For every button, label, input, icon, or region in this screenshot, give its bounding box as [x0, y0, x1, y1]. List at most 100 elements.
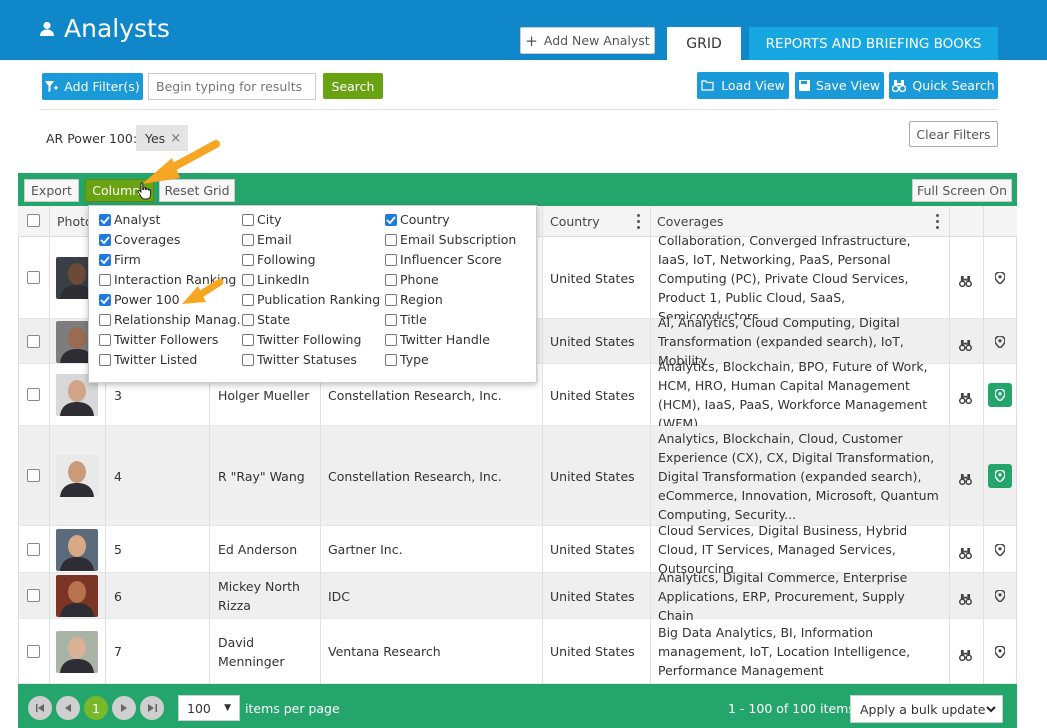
- row-checkbox[interactable]: [27, 334, 40, 348]
- binoculars-icon[interactable]: [958, 470, 973, 489]
- column-option-checkbox[interactable]: [99, 313, 111, 326]
- column-option[interactable]: Type: [385, 352, 429, 367]
- row-checkbox[interactable]: [27, 388, 40, 401]
- last-page-button[interactable]: [140, 696, 164, 720]
- column-option-checkbox[interactable]: [385, 273, 397, 286]
- row-number: 6: [114, 588, 122, 604]
- column-option[interactable]: Twitter Statuses: [242, 352, 357, 367]
- column-option[interactable]: Twitter Listed: [99, 352, 197, 367]
- map-pin-button[interactable]: [988, 266, 1012, 290]
- next-page-button[interactable]: [112, 696, 136, 720]
- column-option[interactable]: Following: [242, 252, 316, 267]
- next-icon: [121, 704, 127, 712]
- column-option-checkbox[interactable]: [242, 253, 254, 266]
- column-option[interactable]: City: [242, 212, 282, 227]
- column-option[interactable]: Email Subscription: [385, 232, 516, 247]
- search-input[interactable]: Begin typing for results: [148, 73, 316, 100]
- column-option-checkbox[interactable]: [385, 293, 397, 306]
- column-option[interactable]: Twitter Followers: [99, 332, 218, 347]
- column-option-checkbox[interactable]: [385, 313, 397, 326]
- map-pin-button[interactable]: [988, 464, 1012, 488]
- column-option[interactable]: Publication Ranking: [242, 292, 380, 307]
- column-option-checkbox[interactable]: [99, 333, 111, 346]
- column-option[interactable]: Firm: [99, 252, 141, 267]
- column-option-checkbox[interactable]: [385, 233, 397, 246]
- binoculars-icon[interactable]: [958, 336, 973, 355]
- binoculars-icon[interactable]: [958, 389, 973, 408]
- column-option[interactable]: Title: [385, 312, 427, 327]
- map-pin-button[interactable]: [988, 640, 1012, 664]
- add-filter-button[interactable]: Add Filter(s): [42, 73, 143, 100]
- page-current[interactable]: 1: [84, 696, 108, 720]
- analyst-name[interactable]: Mickey North Rizza: [218, 573, 316, 619]
- column-option[interactable]: Analyst: [99, 212, 160, 227]
- column-option-checkbox[interactable]: [99, 233, 111, 246]
- column-option[interactable]: Region: [385, 292, 443, 307]
- column-option-checkbox[interactable]: [385, 253, 397, 266]
- row-checkbox[interactable]: [27, 542, 40, 556]
- coverages-column-menu-icon[interactable]: [935, 214, 939, 229]
- column-option[interactable]: Relationship Manag...: [99, 312, 249, 327]
- binoculars-icon[interactable]: [958, 272, 973, 291]
- analyst-name[interactable]: R "Ray" Wang: [218, 426, 316, 526]
- column-option[interactable]: Coverages: [99, 232, 180, 247]
- tab-reports-and-briefing-books[interactable]: REPORTS AND BRIEFING BOOKS: [749, 27, 998, 60]
- column-option[interactable]: State: [242, 312, 290, 327]
- map-pin-button[interactable]: [988, 383, 1012, 407]
- export-button[interactable]: Export: [24, 179, 79, 202]
- column-option-checkbox[interactable]: [99, 273, 111, 286]
- select-all-checkbox[interactable]: [27, 214, 40, 227]
- analyst-name[interactable]: Ed Anderson: [218, 526, 316, 573]
- row-checkbox[interactable]: [27, 589, 40, 602]
- column-option[interactable]: Country: [385, 212, 450, 227]
- map-pin-button[interactable]: [988, 330, 1012, 354]
- column-option[interactable]: LinkedIn: [242, 272, 309, 287]
- load-view-button[interactable]: Load View: [697, 72, 789, 99]
- binoculars-icon[interactable]: [958, 590, 973, 609]
- bulk-update-select[interactable]: Apply a bulk update: [850, 695, 1003, 723]
- column-option-checkbox[interactable]: [242, 273, 254, 286]
- search-button[interactable]: Search: [323, 73, 383, 99]
- column-option[interactable]: Twitter Following: [242, 332, 361, 347]
- analyst-name[interactable]: David Menninger: [218, 619, 316, 684]
- column-option-checkbox[interactable]: [242, 233, 254, 246]
- column-option[interactable]: Twitter Handle: [385, 332, 490, 347]
- row-checkbox[interactable]: [27, 469, 40, 482]
- country-column-menu-icon[interactable]: [636, 214, 640, 229]
- column-option-checkbox[interactable]: [242, 213, 254, 226]
- map-pin-button[interactable]: [988, 538, 1012, 562]
- column-option-checkbox[interactable]: [385, 333, 397, 346]
- save-view-button[interactable]: Save View: [795, 72, 884, 99]
- column-option-checkbox[interactable]: [99, 253, 111, 266]
- column-option[interactable]: Influencer Score: [385, 252, 502, 267]
- tab-grid[interactable]: GRID: [667, 27, 741, 60]
- items-per-page-select[interactable]: 100 ▼: [178, 695, 240, 721]
- row-checkbox[interactable]: [27, 644, 40, 658]
- binoculars-icon[interactable]: [958, 544, 973, 563]
- column-option[interactable]: Power 100: [99, 292, 180, 307]
- add-new-analyst-button[interactable]: + Add New Analyst: [520, 27, 655, 54]
- column-header-country[interactable]: Country: [543, 206, 650, 237]
- column-option-checkbox[interactable]: [242, 293, 254, 306]
- first-page-button[interactable]: [28, 696, 52, 720]
- quick-search-button[interactable]: Quick Search: [889, 72, 998, 99]
- country: United States: [550, 387, 635, 403]
- column-option-label: Twitter Statuses: [257, 352, 357, 367]
- map-pin-button[interactable]: [988, 584, 1012, 608]
- column-option-checkbox[interactable]: [242, 353, 254, 366]
- column-option-checkbox[interactable]: [99, 353, 111, 366]
- previous-page-button[interactable]: [56, 696, 80, 720]
- column-option[interactable]: Email: [242, 232, 292, 247]
- binoculars-icon[interactable]: [958, 646, 973, 665]
- column-option-checkbox[interactable]: [385, 213, 397, 226]
- full-screen-button[interactable]: Full Screen On: [912, 179, 1012, 202]
- column-option-checkbox[interactable]: [242, 333, 254, 346]
- column-option[interactable]: Phone: [385, 272, 439, 287]
- clear-filters-button[interactable]: Clear Filters: [909, 121, 998, 147]
- items-per-page-value: 100: [187, 700, 211, 716]
- row-checkbox[interactable]: [27, 271, 40, 284]
- column-option-checkbox[interactable]: [99, 293, 111, 306]
- column-option-checkbox[interactable]: [385, 353, 397, 366]
- column-option-checkbox[interactable]: [242, 313, 254, 326]
- column-option-checkbox[interactable]: [99, 213, 111, 226]
